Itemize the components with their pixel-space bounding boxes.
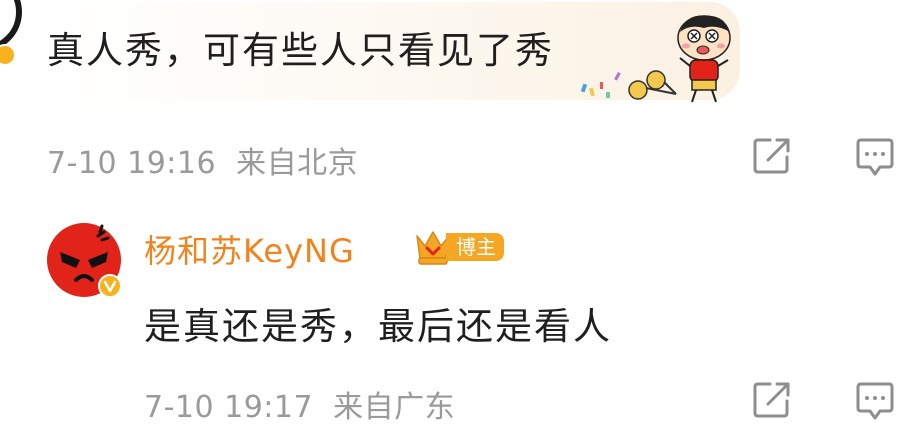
comment-date: 7-10 19:16: [47, 146, 217, 181]
share-icon[interactable]: [750, 134, 794, 178]
comment-icon[interactable]: [853, 136, 897, 180]
angry-face-avatar-icon[interactable]: [46, 222, 124, 300]
verified-badge-icon: [0, 44, 16, 66]
share-icon[interactable]: [750, 378, 794, 422]
comment-thread: 真人秀，可有些人只看见了秀 7-10 19:16 来自北京 杨和苏KeyNG 博…: [0, 0, 907, 433]
comment-icon[interactable]: [853, 380, 897, 424]
comment-meta: 7-10 19:16 来自北京: [47, 138, 358, 182]
reply-location: 来自广东: [333, 390, 456, 425]
verified-v-icon: [98, 274, 122, 298]
comment-text: 真人秀，可有些人只看见了秀: [47, 29, 554, 72]
comment-location: 来自北京: [236, 146, 359, 181]
blogger-badge: 博主: [413, 224, 513, 268]
reply-username[interactable]: 杨和苏KeyNG: [144, 226, 355, 272]
reply-text: 是真还是秀，最后还是看人: [144, 305, 612, 348]
badge-label: 博主: [446, 233, 504, 261]
reply-meta: 7-10 19:17 来自广东: [144, 382, 455, 426]
crayon-shin-chan-sticker-icon: [576, 8, 736, 106]
reply-date: 7-10 19:17: [144, 390, 314, 425]
